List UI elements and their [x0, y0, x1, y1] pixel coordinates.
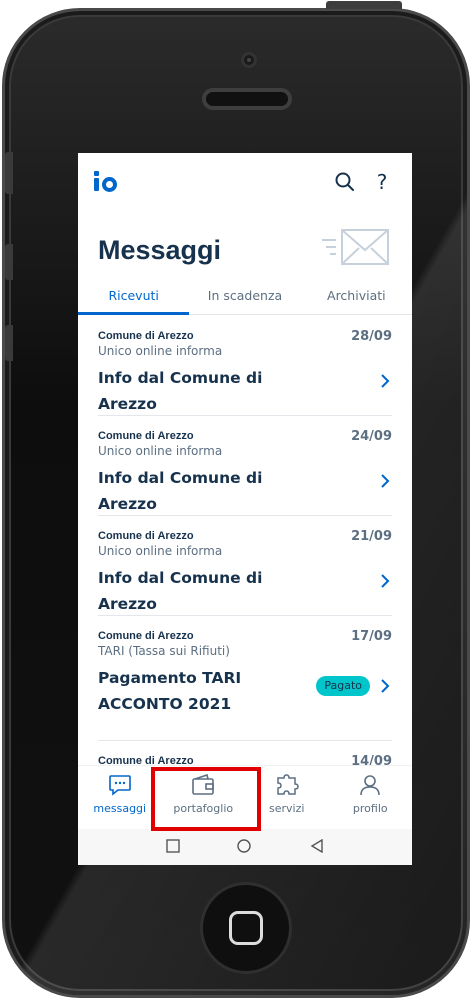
chevron-right-icon	[381, 574, 390, 588]
message-service: Unico online informa	[98, 544, 223, 558]
volume-down-button	[5, 325, 13, 361]
nav-portafoglio[interactable]: portafoglio	[162, 766, 246, 829]
nav-servizi[interactable]: servizi	[245, 766, 329, 829]
chevron-right-icon	[381, 679, 390, 693]
message-sender: Comune di Arezzo	[98, 430, 194, 442]
message-item[interactable]: Comune di Arezzo Unico online informa 21…	[98, 516, 392, 616]
message-item[interactable]: Comune di Arezzo Unico online informa 24…	[98, 416, 392, 516]
nav-label: profilo	[352, 802, 388, 815]
message-date: 28/09	[351, 329, 392, 344]
chevron-right-icon	[381, 374, 390, 388]
tab-archiviati[interactable]: Archiviati	[301, 283, 412, 314]
envelope-icon	[322, 229, 389, 265]
chat-icon	[108, 775, 131, 796]
earpiece-speaker	[202, 88, 292, 110]
tab-in-scadenza[interactable]: In scadenza	[189, 283, 300, 314]
mute-switch	[5, 152, 13, 194]
message-service: Unico online informa	[98, 344, 223, 358]
message-service: Unico online informa	[98, 444, 223, 458]
message-sender: Comune di Arezzo	[98, 330, 194, 342]
home-button[interactable]	[200, 882, 292, 974]
message-sender: Comune di Arezzo	[98, 530, 194, 542]
home-button-square	[229, 911, 263, 945]
nav-label: servizi	[269, 802, 305, 815]
message-date: 14/09	[351, 754, 392, 765]
nav-messaggi[interactable]: messaggi	[78, 766, 162, 829]
app-header: ?	[78, 153, 412, 213]
help-button[interactable]: ?	[369, 169, 395, 195]
message-service: TARI (Tassa sui Rifiuti)	[98, 644, 230, 658]
app-screen: ? Messaggi Ricevuti In scadenza Archivia…	[78, 153, 412, 865]
chevron-right-icon	[381, 474, 390, 488]
square-icon[interactable]	[166, 839, 180, 853]
person-icon	[360, 775, 381, 796]
circle-icon[interactable]	[236, 839, 252, 855]
nav-profilo[interactable]: profilo	[329, 766, 413, 829]
message-date: 24/09	[351, 429, 392, 444]
message-item[interactable]: Comune di Arezzo TARI (Tassa sui Rifiuti…	[98, 616, 392, 741]
puzzle-icon	[277, 774, 299, 795]
android-system-nav	[78, 829, 412, 865]
tab-ricevuti[interactable]: Ricevuti	[78, 283, 190, 315]
nav-label: messaggi	[93, 802, 147, 815]
message-sender: Comune di Arezzo	[98, 630, 194, 642]
status-badge: Pagato	[316, 676, 370, 696]
volume-up-button	[5, 244, 13, 280]
message-tabs: Ricevuti In scadenza Archiviati	[78, 283, 412, 315]
triangle-back-icon[interactable]	[310, 839, 324, 853]
message-sender: Comune di Arezzo	[98, 755, 194, 765]
page-title: Messaggi	[98, 235, 222, 265]
front-camera	[241, 52, 257, 68]
bottom-navigation: messaggi portafoglio servizi profilo	[78, 765, 412, 829]
message-date: 17/09	[351, 629, 392, 644]
message-title: Pagamento TARI ACCONTO 2021	[98, 669, 242, 713]
message-item[interactable]: Comune di Arezzo Unico online informa 28…	[98, 316, 392, 416]
message-list: Comune di Arezzo Unico online informa 28…	[78, 316, 412, 765]
message-item[interactable]: Comune di Arezzo 14/09	[98, 741, 392, 765]
search-icon[interactable]	[332, 169, 358, 195]
wallet-icon	[192, 774, 215, 795]
power-button	[326, 1, 402, 9]
nav-label: portafoglio	[173, 802, 234, 815]
message-date: 21/09	[351, 529, 392, 544]
io-logo	[94, 171, 122, 193]
